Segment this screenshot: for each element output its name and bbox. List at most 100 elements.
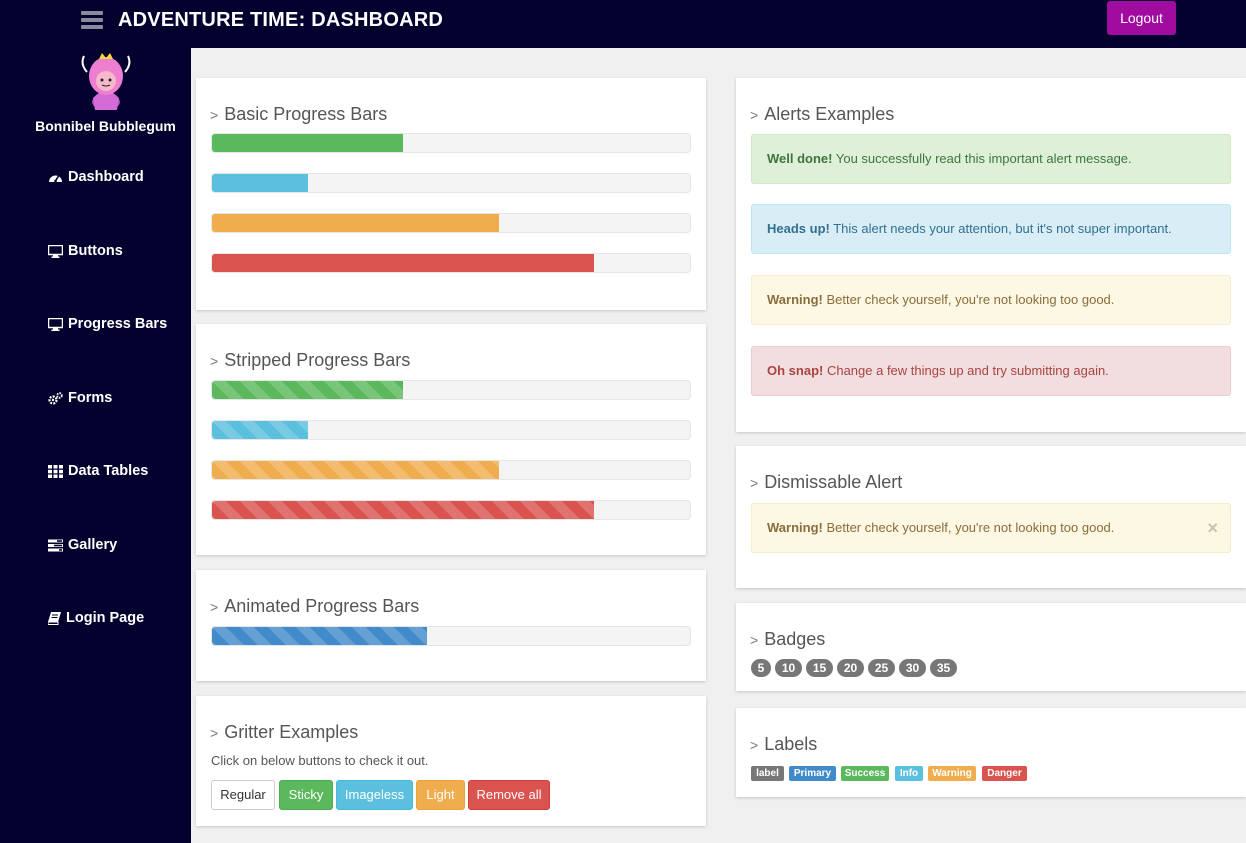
badge: 25 <box>868 659 895 677</box>
alert-strong: Heads up! <box>767 221 830 236</box>
sidebar-item-buttons[interactable]: Buttons <box>48 243 123 259</box>
cogs-icon <box>48 391 63 405</box>
sidebar-item-login-page[interactable]: Login Page <box>48 610 144 626</box>
progress-fill <box>212 134 404 152</box>
panel-title: > Dismissable Alert <box>750 472 902 493</box>
sidebar-item-forms[interactable]: Forms <box>48 390 112 406</box>
sidebar: Bonnibel Bubblegum Dashboard Buttons Pro… <box>0 48 191 843</box>
progress-bar <box>211 253 691 273</box>
alert-warning: Warning! Better check yourself, you're n… <box>751 275 1231 325</box>
alerts-panel: > Alerts Examples Well done! You successf… <box>736 78 1246 432</box>
badge: 5 <box>751 659 771 677</box>
progress-fill <box>212 461 499 479</box>
label-info: Info <box>895 766 923 781</box>
panel-title: > Badges <box>750 629 825 650</box>
progress-fill <box>212 254 595 272</box>
user-name: Bonnibel Bubblegum <box>35 118 176 134</box>
sidebar-item-progress-bars[interactable]: Progress Bars <box>48 316 167 332</box>
alert-strong: Oh snap! <box>767 363 824 378</box>
sidebar-item-label: Progress Bars <box>68 316 168 332</box>
progress-bar <box>211 133 691 153</box>
label-success: Success <box>841 766 889 781</box>
alert-strong: Warning! <box>767 520 823 535</box>
badges-panel: > Badges 5 10 15 20 25 30 35 <box>736 603 1246 691</box>
progress-fill <box>212 214 499 232</box>
logout-button[interactable]: Logout <box>1107 1 1176 35</box>
top-navbar: ADVENTURE TIME: DASHBOARD Logout <box>0 0 1246 48</box>
chevron-right-icon: > <box>750 106 759 123</box>
panel-title: > Stripped Progress Bars <box>210 350 410 371</box>
sidebar-item-data-tables[interactable]: Data Tables <box>48 463 148 479</box>
progress-bar <box>211 626 691 646</box>
sidebar-item-label: Data Tables <box>68 463 149 479</box>
remove-all-button[interactable]: Remove all <box>468 780 550 810</box>
panel-title-text: Badges <box>764 629 826 649</box>
badge: 35 <box>930 659 957 677</box>
dashboard-icon <box>49 175 62 182</box>
progress-fill <box>212 174 308 192</box>
alert-success: Well done! You successfully read this im… <box>751 134 1231 184</box>
chevron-right-icon: > <box>210 724 219 741</box>
chevron-right-icon: > <box>210 352 219 369</box>
progress-bar <box>211 173 691 193</box>
panel-title: > Basic Progress Bars <box>210 104 387 125</box>
book-icon <box>48 611 61 625</box>
label-warning: Warning <box>928 766 976 781</box>
progress-bar <box>211 460 691 480</box>
menu-toggle-icon[interactable] <box>81 11 103 29</box>
alert-text: Better check yourself, you're not lookin… <box>822 292 1115 307</box>
chevron-right-icon: > <box>210 106 219 123</box>
dismissable-alert: Warning! Better check yourself, you're n… <box>751 503 1231 553</box>
sticky-button[interactable]: Sticky <box>279 780 333 810</box>
panel-title-text: Basic Progress Bars <box>224 104 388 124</box>
desktop-icon <box>48 317 63 331</box>
panel-title-text: Alerts Examples <box>764 104 895 124</box>
badge: 20 <box>837 659 864 677</box>
basic-progress-panel: > Basic Progress Bars <box>196 78 706 310</box>
alert-info: Heads up! This alert needs your attentio… <box>751 204 1231 254</box>
progress-fill <box>212 501 595 519</box>
desktop-icon <box>48 244 63 258</box>
sidebar-item-label: Forms <box>68 390 113 406</box>
badge: 10 <box>775 659 802 677</box>
panel-title-text: Gritter Examples <box>224 722 359 742</box>
badge: 30 <box>899 659 926 677</box>
striped-progress-panel: > Stripped Progress Bars <box>196 324 706 555</box>
labels-panel: > Labels label Primary Success Info Warni… <box>736 708 1246 797</box>
label-primary: Primary <box>789 766 836 781</box>
close-icon[interactable]: × <box>1207 504 1218 552</box>
progress-bar <box>211 380 691 400</box>
alert-text: This alert needs your attention, but it'… <box>829 221 1172 236</box>
label-danger: Danger <box>982 766 1027 781</box>
dismissable-alert-panel: > Dismissable Alert Warning! Better check… <box>736 446 1246 588</box>
panel-title: > Alerts Examples <box>750 104 894 125</box>
progress-fill <box>212 381 404 399</box>
app-title: ADVENTURE TIME: DASHBOARD <box>118 9 443 31</box>
alert-text: You successfully read this important ale… <box>832 151 1132 166</box>
regular-button[interactable]: Regular <box>211 780 275 810</box>
sidebar-item-dashboard[interactable]: Dashboard <box>48 169 144 185</box>
panel-title-text: Animated Progress Bars <box>224 596 420 616</box>
gritter-panel: > Gritter Examples Click on below buttons… <box>196 696 706 826</box>
alert-text: Change a few things up and try submittin… <box>823 363 1109 378</box>
sidebar-item-label: Gallery <box>68 537 118 553</box>
progress-bar <box>211 213 691 233</box>
panel-title: > Labels <box>750 734 817 755</box>
sidebar-item-label: Buttons <box>68 243 123 259</box>
light-button[interactable]: Light <box>416 780 465 810</box>
label-default: label <box>751 766 784 781</box>
imageless-button[interactable]: Imageless <box>336 780 413 810</box>
sidebar-item-label: Login Page <box>66 610 145 626</box>
progress-bar <box>211 420 691 440</box>
sidebar-item-gallery[interactable]: Gallery <box>48 537 117 553</box>
chevron-right-icon: > <box>750 631 759 648</box>
panel-title-text: Stripped Progress Bars <box>224 350 411 370</box>
gritter-description: Click on below buttons to check it out. <box>211 753 429 768</box>
avatar <box>81 53 131 110</box>
panel-title-text: Dismissable Alert <box>764 472 903 492</box>
badge: 15 <box>806 659 833 677</box>
chevron-right-icon: > <box>750 474 759 491</box>
panel-title-text: Labels <box>764 734 818 754</box>
panel-title: > Animated Progress Bars <box>210 596 419 617</box>
alert-strong: Well done! <box>767 151 833 166</box>
